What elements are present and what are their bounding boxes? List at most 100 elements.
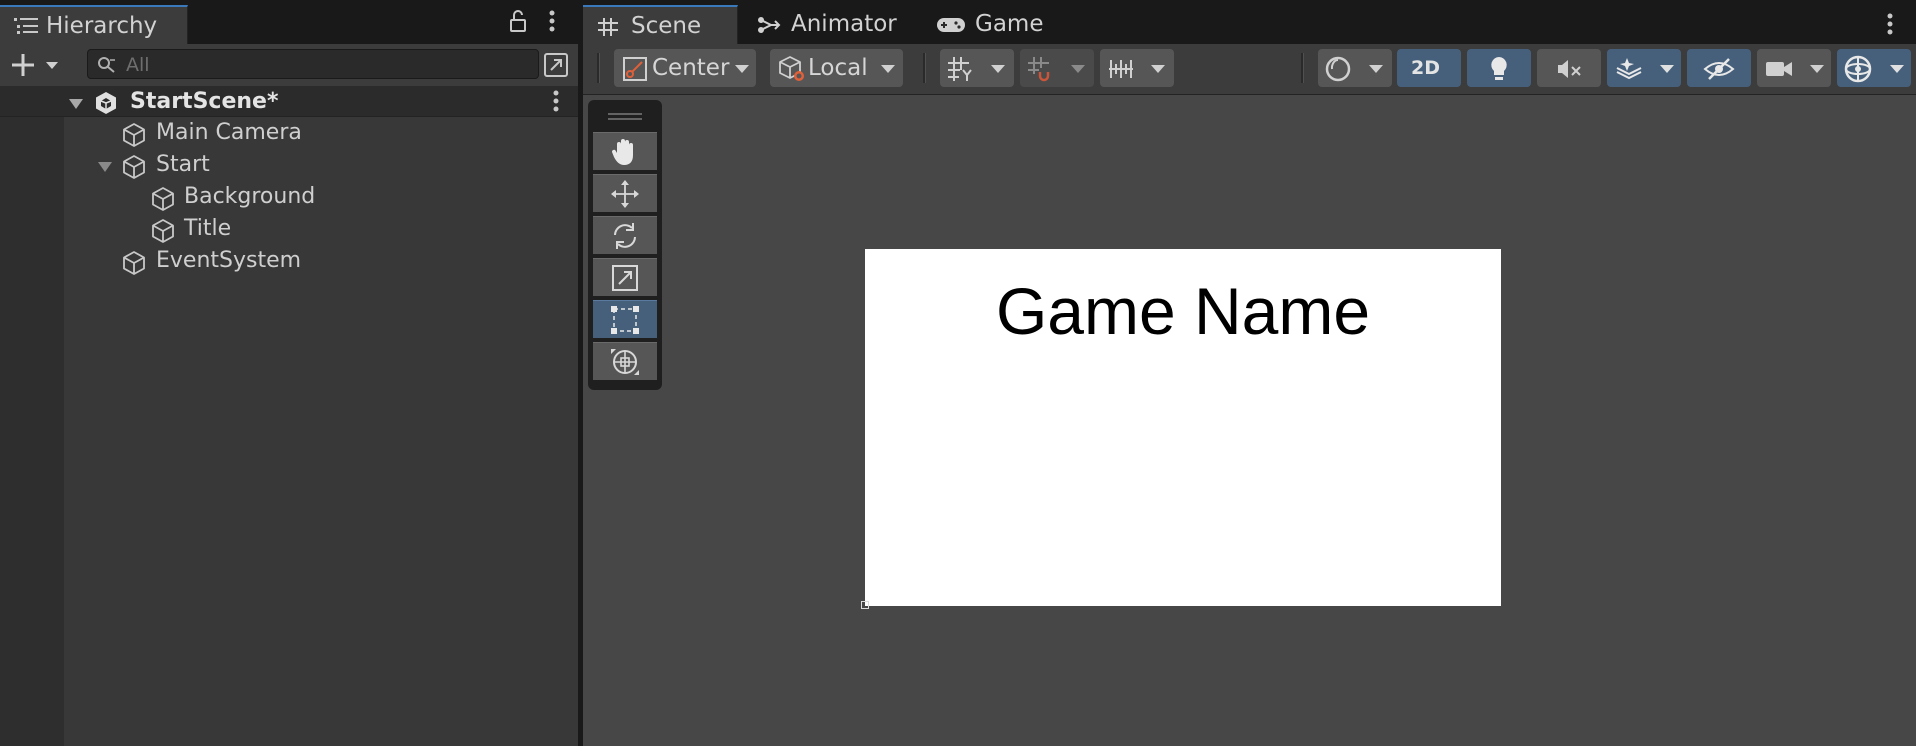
rect-tool[interactable] (593, 300, 657, 338)
create-button[interactable] (10, 52, 66, 78)
chevron-down-icon (1659, 64, 1675, 74)
shaded-sphere-icon (1324, 55, 1352, 83)
toolbar-separator (597, 53, 600, 83)
rect-corner-handle[interactable] (861, 601, 869, 609)
audio-toggle-button[interactable] (1537, 49, 1601, 87)
hierarchy-item-label: Main Camera (156, 120, 302, 145)
tab-animator-label: Animator (791, 11, 897, 37)
scene-row[interactable]: StartScene* (0, 86, 578, 117)
lightbulb-icon (1487, 55, 1511, 83)
scene-tabstrip: Scene Animator Game (583, 0, 1916, 44)
gizmos-dropdown[interactable] (1837, 49, 1911, 87)
pivot-rotation-label: Local (808, 55, 868, 81)
tab-hierarchy[interactable]: Hierarchy (0, 5, 188, 44)
ruler-icon (1107, 56, 1135, 82)
hierarchy-item-background[interactable]: Background (0, 181, 578, 211)
search-input[interactable] (124, 53, 528, 77)
more-options-icon[interactable] (1886, 12, 1894, 36)
pivot-mode-dropdown[interactable]: Center (614, 49, 756, 87)
hierarchy-item-eventsystem[interactable]: EventSystem (0, 245, 578, 275)
hierarchy-item-label: Background (184, 184, 316, 209)
tab-animator[interactable]: Animator (738, 5, 913, 44)
scene-name: StartScene* (130, 89, 279, 114)
chevron-down-icon (1150, 64, 1166, 74)
pivot-center-icon (622, 56, 648, 82)
more-options-icon[interactable] (548, 9, 556, 33)
pivot-mode-label: Center (652, 55, 730, 81)
transform-tool[interactable] (593, 342, 657, 380)
chevron-down-icon (1809, 64, 1825, 74)
gameobject-cube-icon (121, 250, 147, 276)
gameobject-cube-icon (121, 122, 147, 148)
effects-layers-icon (1615, 56, 1643, 82)
toolbar-separator (1301, 53, 1304, 83)
rotate-icon (614, 223, 636, 249)
grid-snap-magnet-icon (1027, 56, 1055, 82)
rotate-tool[interactable] (593, 216, 657, 254)
audio-mute-icon (1555, 57, 1583, 81)
transform-icon (611, 349, 639, 375)
effects-dropdown[interactable] (1607, 49, 1681, 87)
gameobject-cube-icon (150, 186, 176, 212)
camera-icon (1765, 58, 1793, 80)
hierarchy-item-start[interactable]: Start (0, 149, 578, 179)
scale-tool[interactable] (593, 258, 657, 296)
toggle-2d-button[interactable]: 2D (1397, 49, 1461, 87)
chevron-down-icon (990, 64, 1006, 74)
chevron-down-icon (1889, 64, 1905, 74)
game-title-text[interactable]: Game Name (865, 273, 1501, 349)
chevron-down-icon (1070, 64, 1086, 74)
scene-visibility-button[interactable] (1687, 49, 1751, 87)
gizmo-globe-icon (1843, 54, 1873, 84)
hierarchy-item-label: Start (156, 152, 210, 177)
hierarchy-item-main-camera[interactable]: Main Camera (0, 117, 578, 147)
lighting-toggle-button[interactable] (1467, 49, 1531, 87)
hierarchy-panel: Hierarchy StartScene* (0, 0, 578, 746)
grid-snapping-dropdown[interactable] (1020, 49, 1094, 87)
chevron-down-icon (880, 64, 896, 74)
chevron-down-icon (734, 64, 750, 74)
list-icon (14, 16, 38, 36)
scene-menu-icon[interactable] (552, 89, 560, 113)
hierarchy-item-title[interactable]: Title (0, 213, 578, 243)
tab-game-label: Game (975, 11, 1044, 37)
lock-icon[interactable] (508, 9, 528, 33)
hidden-eye-icon (1703, 57, 1735, 81)
unity-scene-icon (94, 91, 118, 115)
tab-scene[interactable]: Scene (583, 5, 738, 44)
grid-hash-icon (597, 17, 619, 37)
expand-arrow-icon[interactable] (68, 98, 84, 110)
scene-toolbar: Center Local 2D (583, 44, 1916, 95)
hierarchy-tabstrip: Hierarchy (0, 0, 578, 44)
toolbar-separator (923, 53, 926, 83)
move-tool[interactable] (593, 174, 657, 212)
tools-overlay (588, 100, 662, 390)
tab-game[interactable]: Game (913, 5, 1043, 44)
grid-visibility-dropdown[interactable] (940, 49, 1014, 87)
chevron-down-icon (1368, 64, 1384, 74)
hierarchy-item-label: Title (184, 216, 232, 241)
search-field[interactable] (87, 49, 539, 79)
expand-arrow-icon[interactable] (97, 161, 113, 173)
pivot-rotation-dropdown[interactable]: Local (770, 49, 903, 87)
camera-settings-dropdown[interactable] (1757, 49, 1831, 87)
hierarchy-item-label: EventSystem (156, 248, 302, 273)
tab-scene-label: Scene (631, 13, 702, 39)
hand-tool[interactable] (593, 132, 657, 170)
tab-hierarchy-label: Hierarchy (46, 13, 158, 39)
increment-snapping-dropdown[interactable] (1100, 49, 1174, 87)
gameobject-cube-icon (150, 218, 176, 244)
toggle-2d-label: 2D (1411, 57, 1440, 79)
animator-icon (757, 15, 781, 35)
ui-canvas-preview[interactable]: Game Name (865, 249, 1501, 606)
drag-handle-icon[interactable] (608, 112, 642, 122)
rect-transform-icon (611, 306, 639, 334)
local-rotation-icon (778, 55, 808, 83)
scale-icon (612, 265, 638, 291)
gameobject-cube-icon (121, 154, 147, 180)
hierarchy-toolbar (0, 44, 578, 87)
draw-mode-dropdown[interactable] (1318, 49, 1392, 87)
search-icon (97, 56, 117, 74)
scene-picker-icon[interactable] (542, 51, 572, 79)
gamepad-icon (936, 16, 966, 34)
